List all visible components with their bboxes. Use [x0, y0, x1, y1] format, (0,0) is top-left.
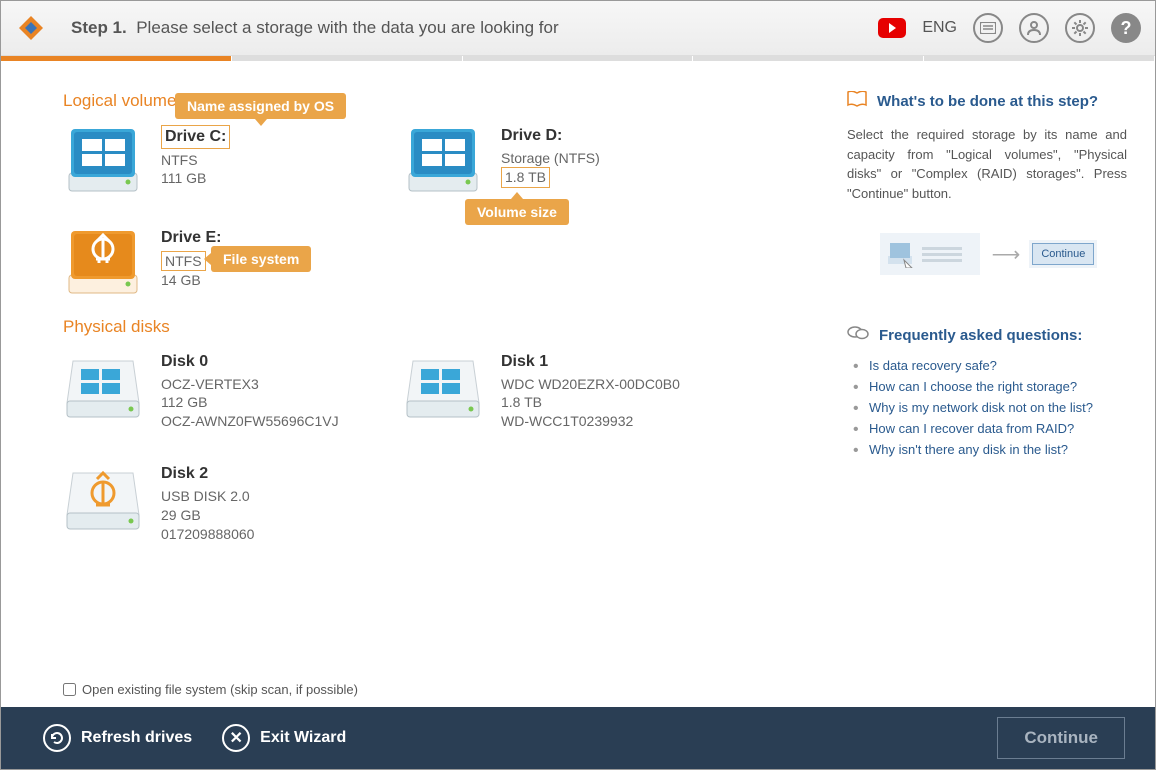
help-icon[interactable]: ? — [1111, 13, 1141, 43]
arrow-right-icon: ⟶ — [992, 242, 1021, 267]
user-icon[interactable] — [1019, 13, 1049, 43]
faq-link[interactable]: Is data recovery safe? — [847, 355, 1127, 376]
callout-fs: File system — [211, 246, 311, 272]
youtube-icon[interactable] — [878, 18, 906, 38]
disk-model: USB DISK 2.0 — [161, 487, 254, 506]
faq-title: Frequently asked questions: — [879, 327, 1082, 344]
skip-scan-checkbox-row: Open existing file system (skip scan, if… — [63, 672, 807, 697]
volume-size: 14 GB — [161, 271, 221, 290]
faq-link[interactable]: Why isn't there any disk in the list? — [847, 439, 1127, 460]
volume-item[interactable]: Drive E: NTFS 14 GB File system — [63, 227, 403, 297]
faq-icon — [847, 325, 869, 345]
help-illustration: ⟶ Continue — [847, 233, 1127, 275]
close-icon: ✕ — [222, 724, 250, 752]
continue-button[interactable]: Continue — [997, 717, 1125, 759]
disk-name: Disk 1 — [501, 351, 680, 373]
disk-serial: 017209888060 — [161, 525, 254, 544]
disk-icon — [63, 463, 143, 533]
volume-fs: NTFS — [161, 151, 230, 170]
refresh-drives-button[interactable]: Refresh drives — [43, 724, 192, 752]
disk-model: OCZ-VERTEX3 — [161, 375, 339, 394]
callout-size: Volume size — [465, 199, 569, 225]
help-panel: What's to be done at this step? Select t… — [847, 61, 1155, 707]
header-bar: Step 1. Please select a storage with the… — [1, 1, 1155, 56]
faq-link[interactable]: How can I recover data from RAID? — [847, 418, 1127, 439]
illus-continue-button: Continue — [1032, 243, 1094, 265]
gear-icon[interactable] — [1065, 13, 1095, 43]
drive-icon — [63, 125, 143, 195]
exit-wizard-button[interactable]: ✕ Exit Wizard — [222, 724, 346, 752]
disk-size: 112 GB — [161, 393, 339, 412]
disk-serial: WD-WCC1T0239932 — [501, 412, 680, 431]
footer-bar: Refresh drives ✕ Exit Wizard Continue — [1, 707, 1155, 769]
volume-fs: NTFS — [161, 251, 206, 272]
volume-size: 111 GB — [161, 169, 230, 188]
disk-name: Disk 0 — [161, 351, 339, 373]
skip-scan-label: Open existing file system (skip scan, if… — [82, 682, 358, 697]
help-body: Select the required storage by its name … — [847, 125, 1127, 203]
faq-link[interactable]: How can I choose the right storage? — [847, 376, 1127, 397]
book-icon — [847, 91, 867, 111]
faq-list: Is data recovery safe? How can I choose … — [847, 355, 1127, 460]
callout-name: Name assigned by OS — [175, 93, 346, 119]
disk-item[interactable]: Disk 0 OCZ-VERTEX3 112 GB OCZ-AWNZ0FW556… — [63, 351, 403, 431]
step-label: Step 1. — [71, 18, 127, 37]
license-icon[interactable] — [973, 13, 1003, 43]
disk-icon — [63, 351, 143, 421]
disk-model: WDC WD20EZRX-00DC0B0 — [501, 375, 680, 394]
volume-fs: Storage (NTFS) — [501, 149, 600, 168]
section-physical-title: Physical disks — [63, 317, 807, 337]
app-logo-icon — [15, 12, 47, 44]
volume-name: Drive C: — [161, 125, 230, 149]
volume-name: Drive D: — [501, 125, 600, 147]
logical-volumes-grid: Drive C: NTFS 111 GB Drive D: Storage (N… — [63, 125, 807, 317]
disk-serial: OCZ-AWNZ0FW55696C1VJ — [161, 412, 339, 431]
step-text: Please select a storage with the data yo… — [136, 18, 558, 37]
drive-icon — [63, 227, 143, 297]
volume-size: 1.8 TB — [501, 167, 550, 188]
step-instruction: Step 1. Please select a storage with the… — [71, 18, 559, 38]
refresh-icon — [43, 724, 71, 752]
faq-link[interactable]: Why is my network disk not on the list? — [847, 397, 1127, 418]
physical-disks-grid: Disk 0 OCZ-VERTEX3 112 GB OCZ-AWNZ0FW556… — [63, 351, 807, 576]
disk-size: 1.8 TB — [501, 393, 680, 412]
disk-icon — [403, 351, 483, 421]
language-selector[interactable]: ENG — [922, 19, 957, 37]
disk-item[interactable]: Disk 1 WDC WD20EZRX-00DC0B0 1.8 TB WD-WC… — [403, 351, 743, 431]
disk-name: Disk 2 — [161, 463, 254, 485]
disk-item[interactable]: Disk 2 USB DISK 2.0 29 GB 017209888060 — [63, 463, 403, 543]
help-title: What's to be done at this step? — [877, 93, 1098, 110]
disk-size: 29 GB — [161, 506, 254, 525]
skip-scan-checkbox[interactable] — [63, 683, 76, 696]
drive-icon — [403, 125, 483, 195]
volume-item[interactable]: Drive D: Storage (NTFS) 1.8 TB Volume si… — [403, 125, 743, 195]
volume-item[interactable]: Drive C: NTFS 111 GB — [63, 125, 403, 195]
